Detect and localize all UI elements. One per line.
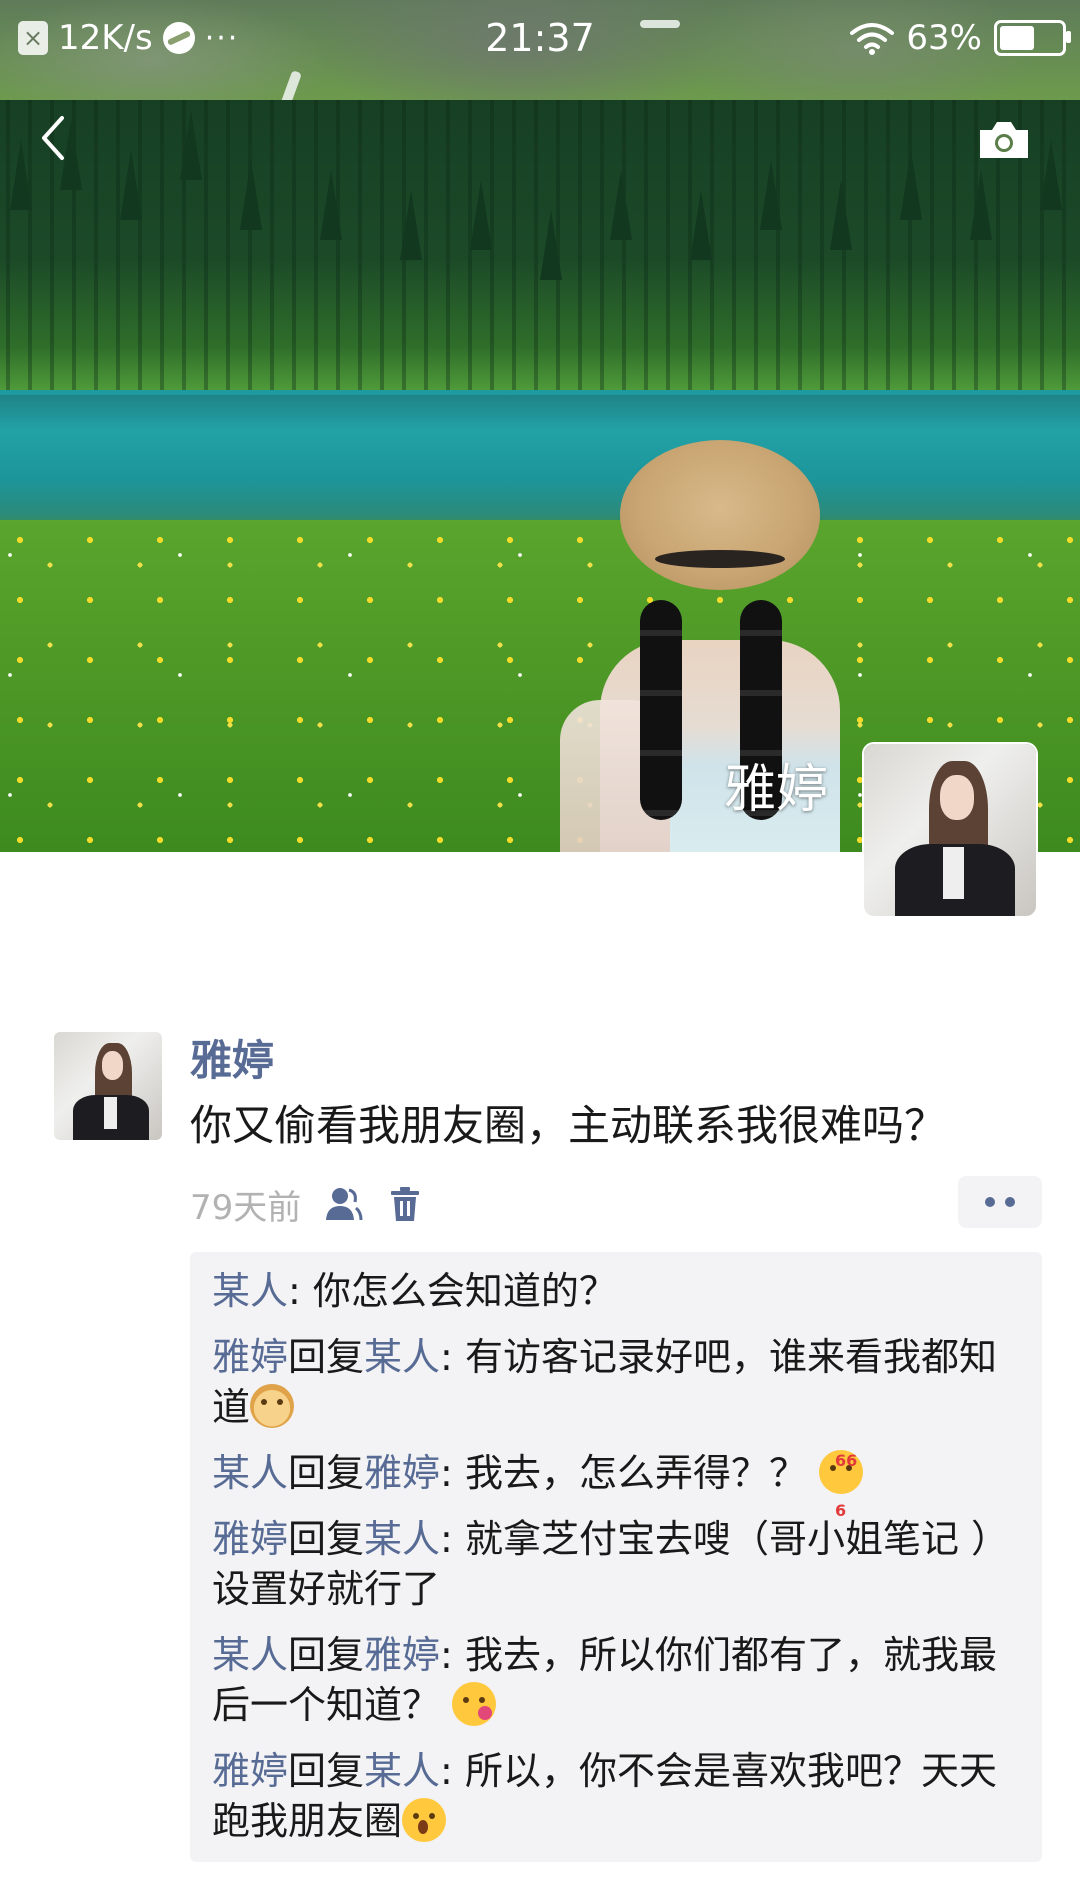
cover-image[interactable]: 雅婷 <box>0 0 1080 852</box>
status-bar: × 12K/s ··· 21:37 63% <box>0 0 1080 76</box>
wifi-icon <box>850 23 895 55</box>
emoji-666-label: 666 <box>835 1451 858 1520</box>
kiss-emoji-icon <box>452 1682 497 1726</box>
comment-author[interactable]: 某人 <box>212 1451 288 1495</box>
trash-icon[interactable] <box>385 1184 425 1224</box>
comment-text: 你怎么会知道的？ <box>312 1269 617 1313</box>
comment-author[interactable]: 雅婷 <box>212 1517 288 1561</box>
comment-author[interactable]: 某人 <box>212 1633 288 1677</box>
reply-word: 回复 <box>288 1451 365 1495</box>
forest <box>0 100 1080 390</box>
post-time: 79天前 <box>190 1187 302 1228</box>
doge-emoji-icon <box>250 1384 295 1428</box>
comment-item[interactable]: 雅婷回复某人: 有访客记录好吧，谁来看我都知道 <box>212 1332 1024 1432</box>
comment-reply-to[interactable]: 雅婷 <box>364 1633 440 1677</box>
camera-icon[interactable] <box>976 118 1032 162</box>
chevron-left-icon[interactable] <box>34 112 74 164</box>
comment-item[interactable]: 雅婷回复某人: 就拿芝付宝去嗖（哥小姐笔记 ）设置好就行了 <box>212 1514 1024 1614</box>
comment-author[interactable]: 雅婷 <box>212 1749 288 1793</box>
reply-word: 回复 <box>288 1517 365 1561</box>
666-emoji-icon: 666 <box>819 1450 864 1520</box>
reply-word: 回复 <box>288 1633 365 1677</box>
comment-item[interactable]: 某人回复雅婷: 我去，所以你们都有了，就我最后一个知道？ <box>212 1630 1024 1730</box>
comment-item[interactable]: 某人回复雅婷: 我去，怎么弄得？？ 666 <box>212 1448 1024 1520</box>
lake <box>0 395 1080 535</box>
cover-user-name: 雅婷 <box>724 760 829 820</box>
battery-percent: 63% <box>906 18 982 58</box>
comment-item[interactable]: 某人: 你怎么会知道的？ <box>212 1266 1024 1316</box>
post-meta: 79天前 <box>190 1176 425 1232</box>
comment-text: 我去，怎么弄得？？ <box>464 1451 807 1495</box>
comment-author[interactable]: 雅婷 <box>212 1335 288 1379</box>
comment-item[interactable]: 雅婷回复某人: 所以，你不会是喜欢我吧？天天跑我朋友圈 <box>212 1746 1024 1846</box>
reply-word: 回复 <box>288 1749 365 1793</box>
post-author-name[interactable]: 雅婷 <box>190 1036 274 1086</box>
post-text: 你又偷看我朋友圈，主动联系我很难吗？ <box>190 1101 947 1150</box>
comments-panel: 某人: 你怎么会知道的？ 雅婷回复某人: 有访客记录好吧，谁来看我都知道 某人回… <box>190 1252 1042 1862</box>
profile-avatar[interactable] <box>864 744 1036 916</box>
comment-reply-to[interactable]: 某人 <box>364 1749 440 1793</box>
reply-word: 回复 <box>288 1335 365 1379</box>
comment-reply-to[interactable]: 雅婷 <box>364 1451 440 1495</box>
comment-author[interactable]: 某人 <box>212 1269 288 1313</box>
friends-icon[interactable] <box>323 1184 363 1224</box>
comment-reply-to[interactable]: 某人 <box>364 1335 440 1379</box>
comment-reply-to[interactable]: 某人 <box>364 1517 440 1561</box>
post-author-avatar[interactable] <box>54 1032 162 1140</box>
shocked-emoji-icon <box>402 1798 447 1842</box>
more-dots-icon[interactable] <box>958 1176 1042 1228</box>
battery-icon <box>994 20 1071 56</box>
